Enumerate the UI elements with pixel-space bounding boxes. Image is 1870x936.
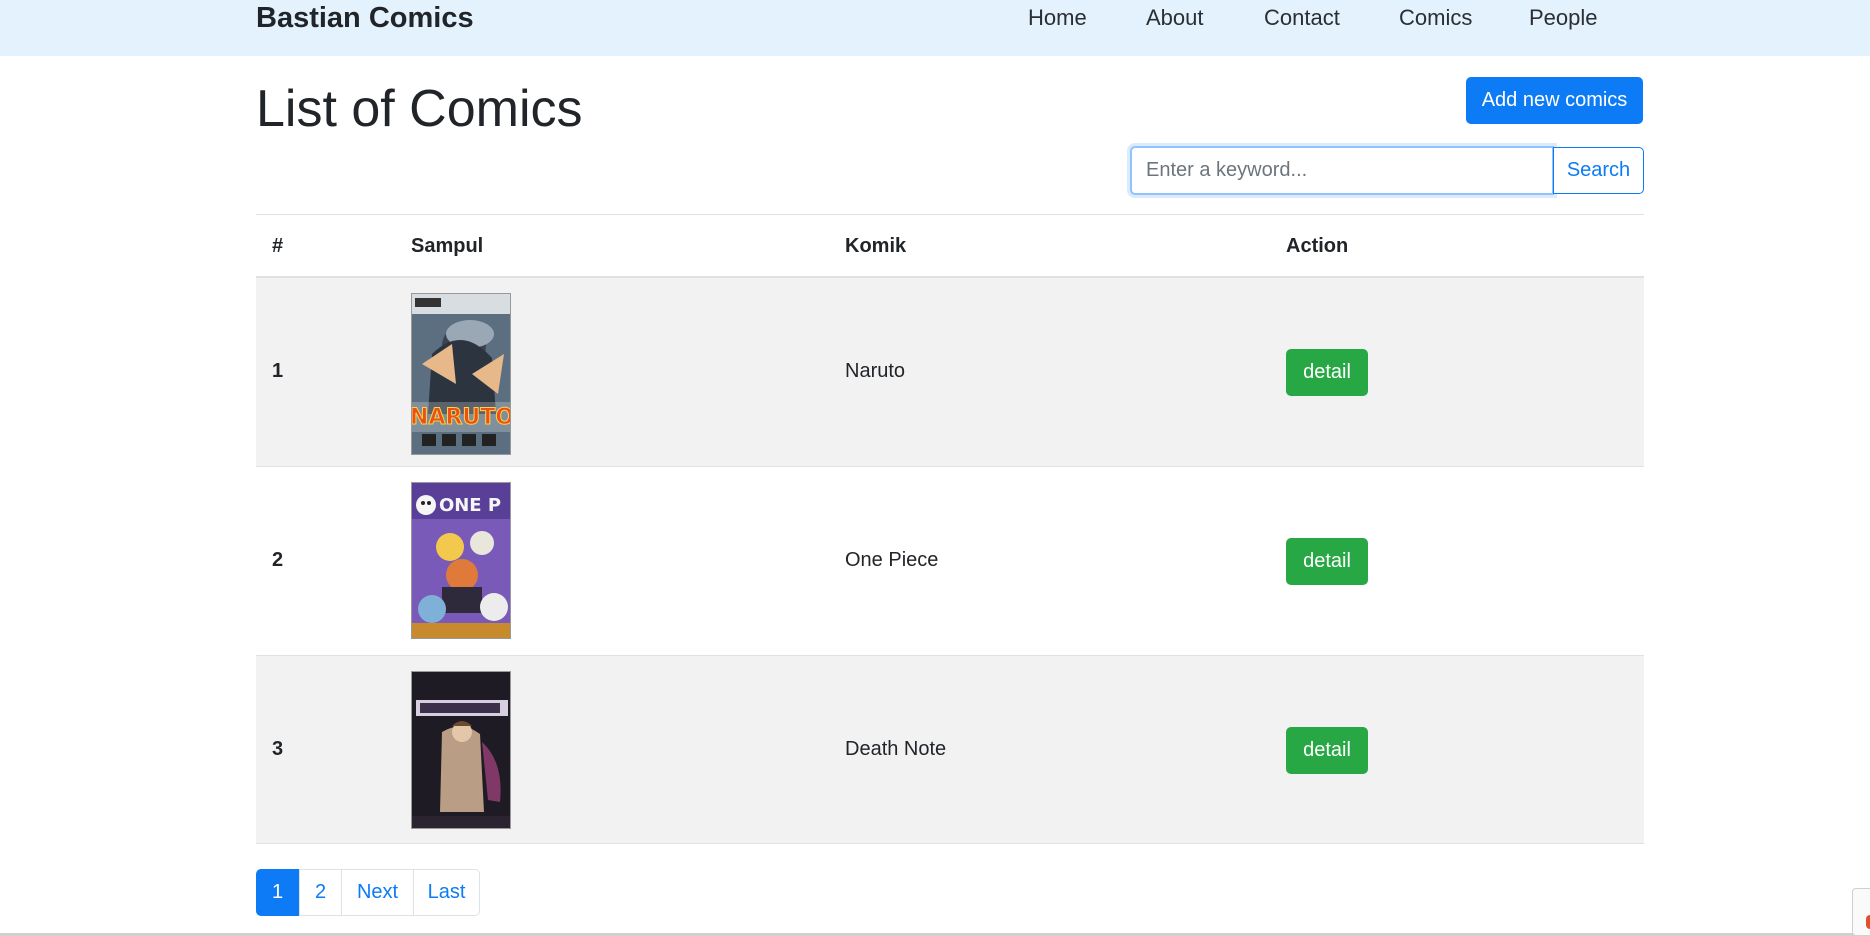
feedback-widget[interactable]: [1852, 888, 1870, 936]
detail-button[interactable]: detail: [1286, 727, 1368, 774]
page-link-last[interactable]: Last: [413, 869, 480, 916]
page-link-2[interactable]: 2: [299, 869, 342, 916]
row-number: 3: [272, 738, 284, 760]
header-action: Action: [1286, 235, 1349, 257]
one-piece-cover-image: ONE P: [411, 482, 511, 639]
nav-link-comics[interactable]: Comics: [1399, 0, 1472, 36]
header-title: Komik: [845, 235, 907, 257]
header-cover: Sampul: [411, 235, 484, 257]
header-number: #: [272, 235, 284, 257]
svg-text:ONE P: ONE P: [439, 495, 501, 516]
pagination: 1 2 Next Last: [256, 869, 480, 916]
widget-icon: [1866, 915, 1870, 929]
table-row: 1 NARUTO Naruto detail: [256, 278, 1644, 467]
table-row: 2 ONE P One Piece detail: [256, 467, 1644, 656]
naruto-cover-image: NARUTO: [411, 293, 511, 455]
nav-link-people[interactable]: People: [1529, 0, 1598, 36]
nav-link-home[interactable]: Home: [1028, 0, 1087, 36]
comics-table: # Sampul Komik Action 1 NARUTO Naruto de…: [256, 214, 1644, 844]
nav-link-about[interactable]: About: [1146, 0, 1204, 36]
top-navbar: Bastian Comics Home About Contact Comics…: [0, 0, 1870, 56]
page-link-1[interactable]: 1: [256, 869, 299, 916]
page-link-next[interactable]: Next: [341, 869, 414, 916]
table-header: # Sampul Komik Action: [256, 215, 1644, 278]
row-number: 2: [272, 549, 284, 571]
comic-title: Naruto: [845, 360, 906, 382]
add-new-comics-button[interactable]: Add new comics: [1466, 77, 1643, 124]
detail-button[interactable]: detail: [1286, 538, 1368, 585]
brand-logo[interactable]: Bastian Comics: [256, 0, 474, 36]
comic-title: One Piece: [845, 549, 939, 571]
search-input[interactable]: [1130, 146, 1554, 195]
detail-button[interactable]: detail: [1286, 349, 1368, 396]
svg-text:NARUTO: NARUTO: [412, 405, 511, 430]
comic-title: Death Note: [845, 738, 947, 760]
table-row: 3 Death Note detail: [256, 656, 1644, 844]
row-number: 1: [272, 360, 284, 382]
search-button[interactable]: Search: [1553, 147, 1644, 194]
death-note-cover-image: [411, 671, 511, 829]
page-title: List of Comics: [256, 80, 583, 138]
nav-link-contact[interactable]: Contact: [1264, 0, 1340, 36]
